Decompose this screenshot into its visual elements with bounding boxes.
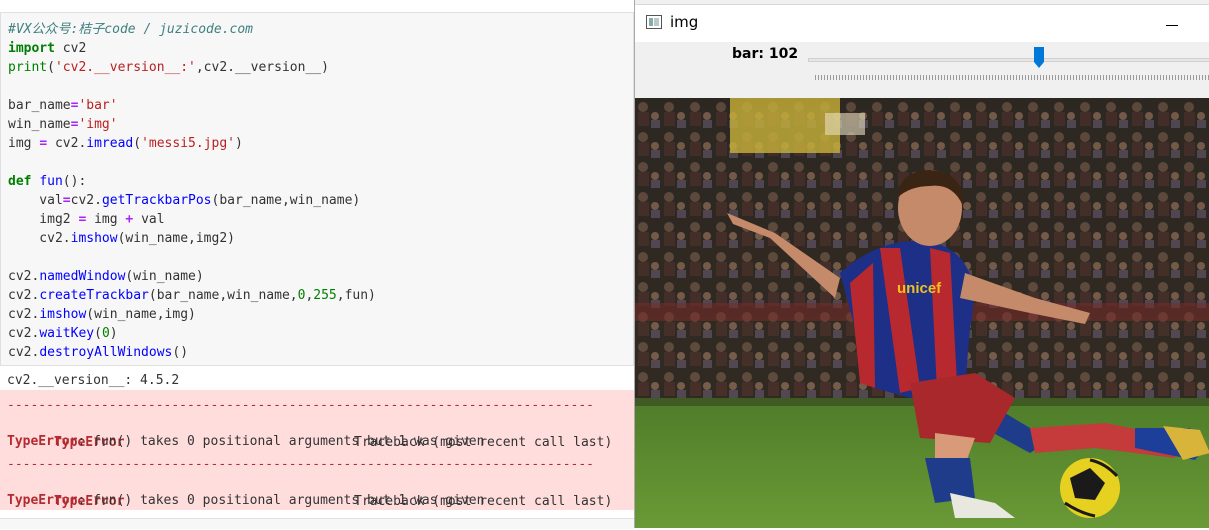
code-line[interactable]: cv2.waitKey(0) bbox=[8, 324, 376, 343]
code-token: fun bbox=[39, 174, 63, 189]
code-line[interactable]: cv2.createTrackbar(bar_name,win_name,0,2… bbox=[8, 286, 376, 305]
code-token: import bbox=[8, 41, 55, 56]
code-line[interactable]: val=cv2.getTrackbarPos(bar_name,win_name… bbox=[8, 191, 376, 210]
code-token: waitKey bbox=[39, 326, 95, 341]
code-cell[interactable]: #VX公众号:桔子code / juzicode.com import cv2 pr… bbox=[0, 12, 634, 366]
code-token: win_name bbox=[8, 117, 71, 132]
code-token: img bbox=[8, 136, 40, 151]
code-line[interactable]: img2 = img + val bbox=[8, 210, 376, 229]
code-line[interactable] bbox=[8, 77, 376, 96]
code-line[interactable]: cv2.imshow(win_name,img2) bbox=[8, 229, 376, 248]
error-name: TypeError bbox=[7, 493, 78, 508]
trackbar-row: bar: 102 bbox=[635, 42, 1209, 98]
code-line[interactable]: cv2.imshow(win_name,img) bbox=[8, 305, 376, 324]
error-message-line: TypeError: fun() takes 0 positional argu… bbox=[7, 432, 484, 451]
code-token: destroyAllWindows bbox=[39, 345, 173, 360]
code-token: ( bbox=[47, 60, 55, 75]
code-token: cv2. bbox=[8, 345, 40, 360]
trackbar-thumb[interactable] bbox=[1033, 47, 1045, 69]
error-message-line: TypeError: fun() takes 0 positional argu… bbox=[7, 491, 484, 510]
code-token: 'messi5.jpg' bbox=[141, 136, 235, 151]
code-token: () bbox=[172, 345, 189, 360]
code-token: img bbox=[86, 212, 126, 227]
code-token: def bbox=[8, 174, 32, 189]
code-token: = bbox=[62, 193, 71, 208]
error-divider: ----------------------------------------… bbox=[7, 398, 594, 413]
stdout-output: cv2.__version__: 4.5.2 bbox=[7, 373, 180, 388]
code-token: cv2 bbox=[54, 41, 87, 56]
error-name: TypeError bbox=[7, 434, 78, 449]
code-token: cv2. bbox=[8, 269, 40, 284]
notebook-panel: #VX公众号:桔子code / juzicode.com import cv2 pr… bbox=[0, 0, 634, 529]
code-token: imread bbox=[86, 136, 134, 151]
opencv-window: img bar: 102 unicef bbox=[634, 0, 1209, 528]
displayed-image: unicef bbox=[635, 98, 1209, 528]
trackbar-track[interactable] bbox=[808, 58, 1209, 62]
code-token: 0 bbox=[101, 326, 110, 341]
code-line[interactable] bbox=[8, 153, 376, 172]
code-token: imshow bbox=[70, 231, 118, 246]
code-token: 'img' bbox=[78, 117, 118, 132]
code-line[interactable]: bar_name='bar' bbox=[8, 96, 376, 115]
code-token: ( bbox=[133, 136, 142, 151]
error-message: : fun() takes 0 positional arguments but… bbox=[77, 434, 485, 449]
code-token: (win_name,img2) bbox=[117, 231, 235, 246]
window-title: img bbox=[670, 13, 699, 31]
code-line[interactable]: print('cv2.__version__:',cv2.__version__… bbox=[8, 58, 376, 77]
code-token: (): bbox=[62, 174, 87, 189]
code-token: ( bbox=[94, 326, 102, 341]
code-token: img2 bbox=[8, 212, 79, 227]
code-token: (win_name) bbox=[125, 269, 204, 284]
error-message: : fun() takes 0 positional arguments but… bbox=[77, 493, 485, 508]
code-token: bar_name bbox=[8, 98, 71, 113]
code-line[interactable] bbox=[8, 248, 376, 267]
window-titlebar[interactable]: img bbox=[635, 4, 1209, 43]
code-token: namedWindow bbox=[39, 269, 126, 284]
code-token: (bar_name,win_name, bbox=[148, 288, 298, 303]
code-token: cv2. bbox=[8, 307, 40, 322]
code-line[interactable]: cv2.namedWindow(win_name) bbox=[8, 267, 376, 286]
code-token: ) bbox=[109, 326, 118, 341]
code-token: #VX公众号:桔子code / juzicode.com bbox=[8, 22, 254, 37]
jersey-text: unicef bbox=[897, 280, 942, 297]
error-output: ----------------------------------------… bbox=[0, 390, 634, 510]
code-token: createTrackbar bbox=[39, 288, 149, 303]
code-token: 'bar' bbox=[78, 98, 118, 113]
code-token: ) bbox=[235, 136, 243, 151]
trackbar-ticks bbox=[815, 75, 1209, 80]
minimize-icon[interactable] bbox=[1166, 25, 1178, 26]
code-line[interactable]: import cv2 bbox=[8, 39, 376, 58]
code-line[interactable]: #VX公众号:桔子code / juzicode.com bbox=[8, 20, 376, 39]
code-editor[interactable]: #VX公众号:桔子code / juzicode.com import cv2 pr… bbox=[8, 20, 376, 362]
code-token: print bbox=[8, 60, 48, 75]
code-line[interactable]: win_name='img' bbox=[8, 115, 376, 134]
code-token: val bbox=[133, 212, 165, 227]
code-token: cv2. bbox=[70, 193, 102, 208]
code-token: getTrackbarPos bbox=[101, 193, 212, 208]
next-cell[interactable] bbox=[0, 518, 634, 529]
code-token: = bbox=[39, 136, 48, 151]
code-line[interactable]: img = cv2.imread('messi5.jpg') bbox=[8, 134, 376, 153]
code-line[interactable]: def fun(): bbox=[8, 172, 376, 191]
code-token: 'cv2.__version__:' bbox=[54, 60, 196, 75]
trackbar-label: bar: 102 bbox=[732, 46, 799, 62]
code-token: cv2. bbox=[8, 288, 40, 303]
code-token: cv2. bbox=[8, 326, 40, 341]
code-token: 255 bbox=[313, 288, 337, 303]
code-token: (bar_name,win_name) bbox=[211, 193, 361, 208]
player-photo: unicef bbox=[635, 98, 1209, 528]
code-token: ,fun) bbox=[336, 288, 376, 303]
code-token: imshow bbox=[39, 307, 87, 322]
window-app-icon bbox=[646, 15, 662, 29]
code-token: ,cv2.__version__) bbox=[195, 60, 329, 75]
code-token: cv2. bbox=[47, 136, 87, 151]
code-line[interactable]: cv2.destroyAllWindows() bbox=[8, 343, 376, 362]
code-token: val bbox=[8, 193, 63, 208]
error-divider: ----------------------------------------… bbox=[7, 457, 594, 472]
code-token: (win_name,img) bbox=[86, 307, 196, 322]
code-token: cv2. bbox=[8, 231, 71, 246]
